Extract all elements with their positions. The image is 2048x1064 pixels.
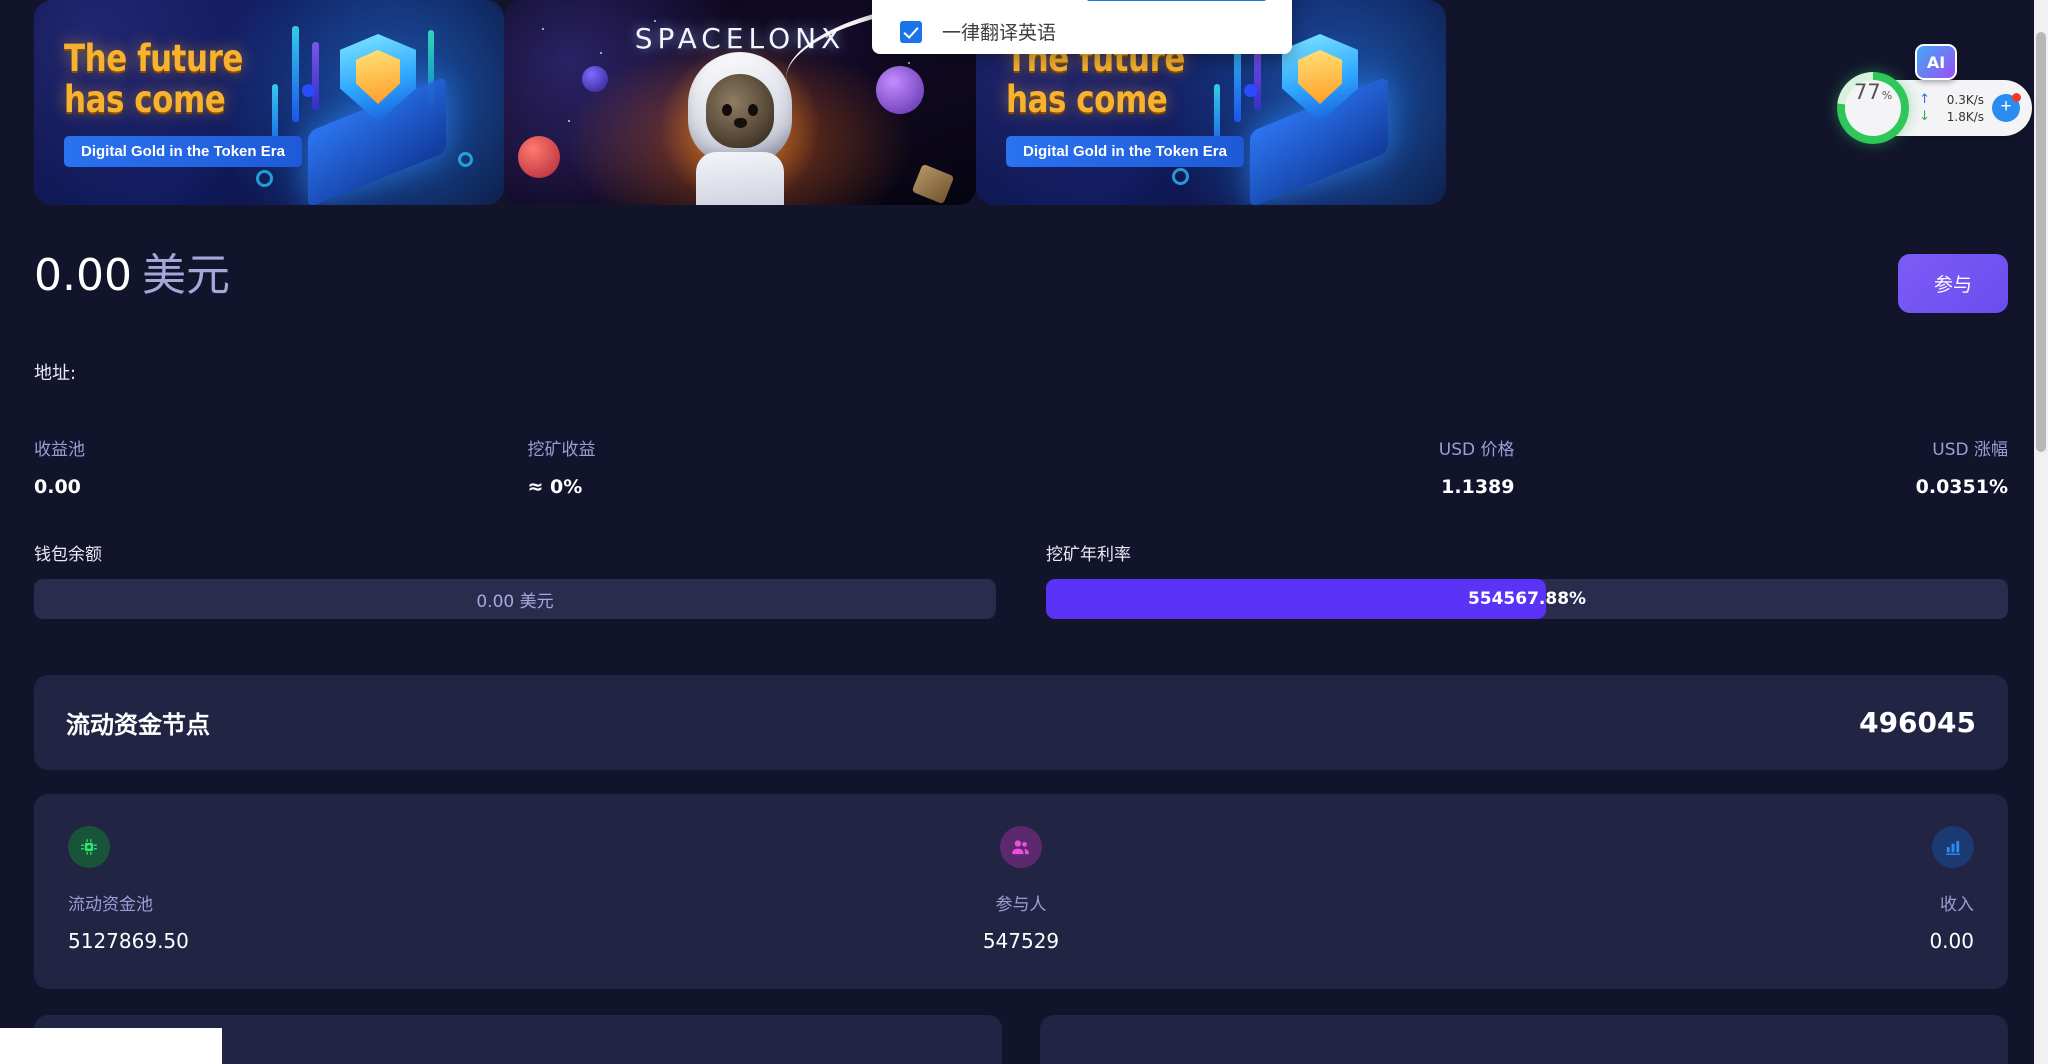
liquidity-node-count: 496045 [1859, 706, 1976, 739]
upload-speed-value: 0.3K/s [1946, 92, 1984, 107]
hero-section: 0.00 美元 参与 地址: [0, 210, 2042, 385]
plus-icon: + [2000, 96, 2012, 117]
banner-badge: Digital Gold in the Token Era [1006, 136, 1244, 167]
stat-value: 0.0351% [1915, 476, 2008, 498]
mini-card-value: 547529 [982, 929, 1060, 953]
planet-icon [876, 66, 924, 114]
stat-cell-usd-change: USD 涨幅 0.0351% [1515, 435, 2008, 498]
translate-tab-target[interactable] [1087, 0, 1266, 1]
translate-always-row[interactable]: 一律翻译英语 [900, 18, 1056, 45]
banner-decor-ring [256, 170, 273, 187]
users-icon [999, 826, 1042, 868]
wallet-balance-block: 钱包余额 0.00 美元 [34, 540, 996, 619]
stat-label: USD 价格 [1438, 440, 1515, 460]
banner-carousel[interactable]: The future has come Digital Gold in the T… [0, 0, 2042, 210]
mini-cards-wrap: 流动资金池 5127869.50 参与人 547529 收入 0.00 [0, 770, 2042, 989]
page-scrollbar[interactable] [2034, 0, 2048, 1064]
bars-row: 钱包余额 0.00 美元 挖矿年利率 554567.88% [0, 498, 2042, 619]
notification-dot [2012, 93, 2021, 102]
planet-icon [582, 66, 608, 92]
upload-speed-row: ↑ 0.3K/s [1919, 92, 1984, 107]
apr-value: 554567.88% [1467, 589, 1587, 609]
network-speed-panel: ↑ 0.3K/s ↓ 1.8K/s + [1893, 80, 2032, 136]
mini-card-liquidity-pool: 流动资金池 5127869.50 [68, 826, 703, 953]
mini-card-value: 5127869.50 [68, 929, 189, 953]
banner-future-1[interactable]: The future has come Digital Gold in the T… [34, 0, 504, 205]
liquidity-node-title: 流动资金节点 [66, 711, 210, 739]
node-panel-wrap: 流动资金节点 496045 [0, 619, 2042, 770]
banner-decor-ring [1172, 168, 1189, 185]
download-speed-value: 1.8K/s [1946, 109, 1984, 124]
banner-decor-ring [458, 152, 473, 167]
cpu-usage-value: 77 % [1845, 80, 1902, 136]
mini-card-label: 流动资金池 [68, 895, 153, 915]
always-translate-checkbox[interactable] [900, 20, 922, 43]
apr-progress-bar: 554567.88% [1046, 579, 2008, 619]
shield-cube-illustration [302, 30, 452, 205]
satellite-icon [911, 163, 955, 205]
join-button[interactable]: 参与 [1897, 254, 2008, 313]
add-widget-button[interactable]: + [1992, 93, 2021, 122]
bar-chart-icon [1931, 826, 1974, 868]
always-translate-label: 一律翻译英语 [942, 22, 1057, 44]
bottom-card-right[interactable] [1040, 1015, 2008, 1064]
apr-block: 挖矿年利率 554567.88% [1046, 540, 2008, 619]
performance-float-widget[interactable]: AI 77 % ↑ 0.3K/s ↓ 1.8K/s + [1837, 44, 2032, 144]
wallet-balance-value: 0.00 美元 [476, 591, 554, 612]
stat-value: 1.1389 [1441, 476, 1515, 498]
banner-title: The future has come [64, 37, 243, 122]
astronaut-dog-illustration [682, 52, 798, 205]
wallet-balance-field[interactable]: 0.00 美元 [34, 579, 996, 619]
network-speed-list: ↑ 0.3K/s ↓ 1.8K/s [1919, 92, 1984, 124]
mini-card-label: 收入 [1939, 895, 1974, 915]
translate-tab-bar[interactable] [908, 0, 1266, 1]
ai-badge-button[interactable]: AI [1915, 44, 1958, 80]
page-scrollbar-thumb[interactable] [2036, 32, 2046, 452]
translate-popup[interactable]: 一律翻译英语 [872, 0, 1292, 54]
arrow-down-icon: ↓ [1919, 109, 1930, 124]
stats-row: 收益池 0.00 挖矿收益 ≈ 0% USD 价格 1.1389 USD 涨幅 … [0, 385, 2042, 498]
cpu-usage-number: 77 [1854, 80, 1881, 104]
stat-cell-mining-yield: 挖矿收益 ≈ 0% [528, 435, 1022, 498]
cpu-usage-percent-sign: % [1881, 89, 1893, 102]
mini-cards-panel: 流动资金池 5127869.50 参与人 547529 收入 0.00 [34, 794, 2008, 989]
stat-label: 收益池 [34, 440, 85, 460]
stat-value: ≈ 0% [527, 476, 583, 498]
wallet-balance-label: 钱包余额 [34, 545, 102, 565]
stat-label: USD 涨幅 [1932, 440, 2008, 460]
balance-amount: 0.00 美元 [34, 254, 230, 298]
browser-status-overlay [0, 1028, 222, 1064]
mini-card-participants: 参与人 547529 [703, 826, 1338, 953]
bottom-cards-row [0, 989, 2042, 1064]
arrow-up-icon: ↑ [1919, 92, 1930, 107]
cpu-chip-icon [68, 826, 110, 868]
mini-card-income: 收入 0.00 [1339, 826, 1974, 953]
banner-badge: Digital Gold in the Token Era [64, 136, 302, 167]
download-speed-row: ↓ 1.8K/s [1919, 109, 1984, 124]
stat-label: 挖矿收益 [527, 440, 596, 460]
address-label: 地址: [34, 363, 77, 384]
balance-number: 0.00 [34, 250, 132, 301]
mini-card-label: 参与人 [995, 895, 1047, 915]
mini-card-value: 0.00 [1929, 929, 1974, 953]
banner-decor-bar [292, 26, 299, 122]
planet-icon [518, 136, 560, 178]
browser-viewport: The future has come Digital Gold in the T… [0, 0, 2048, 1064]
balance-unit: 美元 [141, 250, 230, 301]
stat-cell-usd-price: USD 价格 1.1389 [1021, 435, 1515, 498]
page-scroll-area: The future has come Digital Gold in the T… [0, 0, 2042, 1064]
apr-label: 挖矿年利率 [1046, 545, 1131, 565]
stat-value: 0.00 [34, 476, 81, 498]
liquidity-node-panel[interactable]: 流动资金节点 496045 [34, 675, 2008, 770]
stat-cell-pool: 收益池 0.00 [34, 435, 528, 498]
cpu-usage-gauge[interactable]: 77 % [1837, 72, 1910, 144]
